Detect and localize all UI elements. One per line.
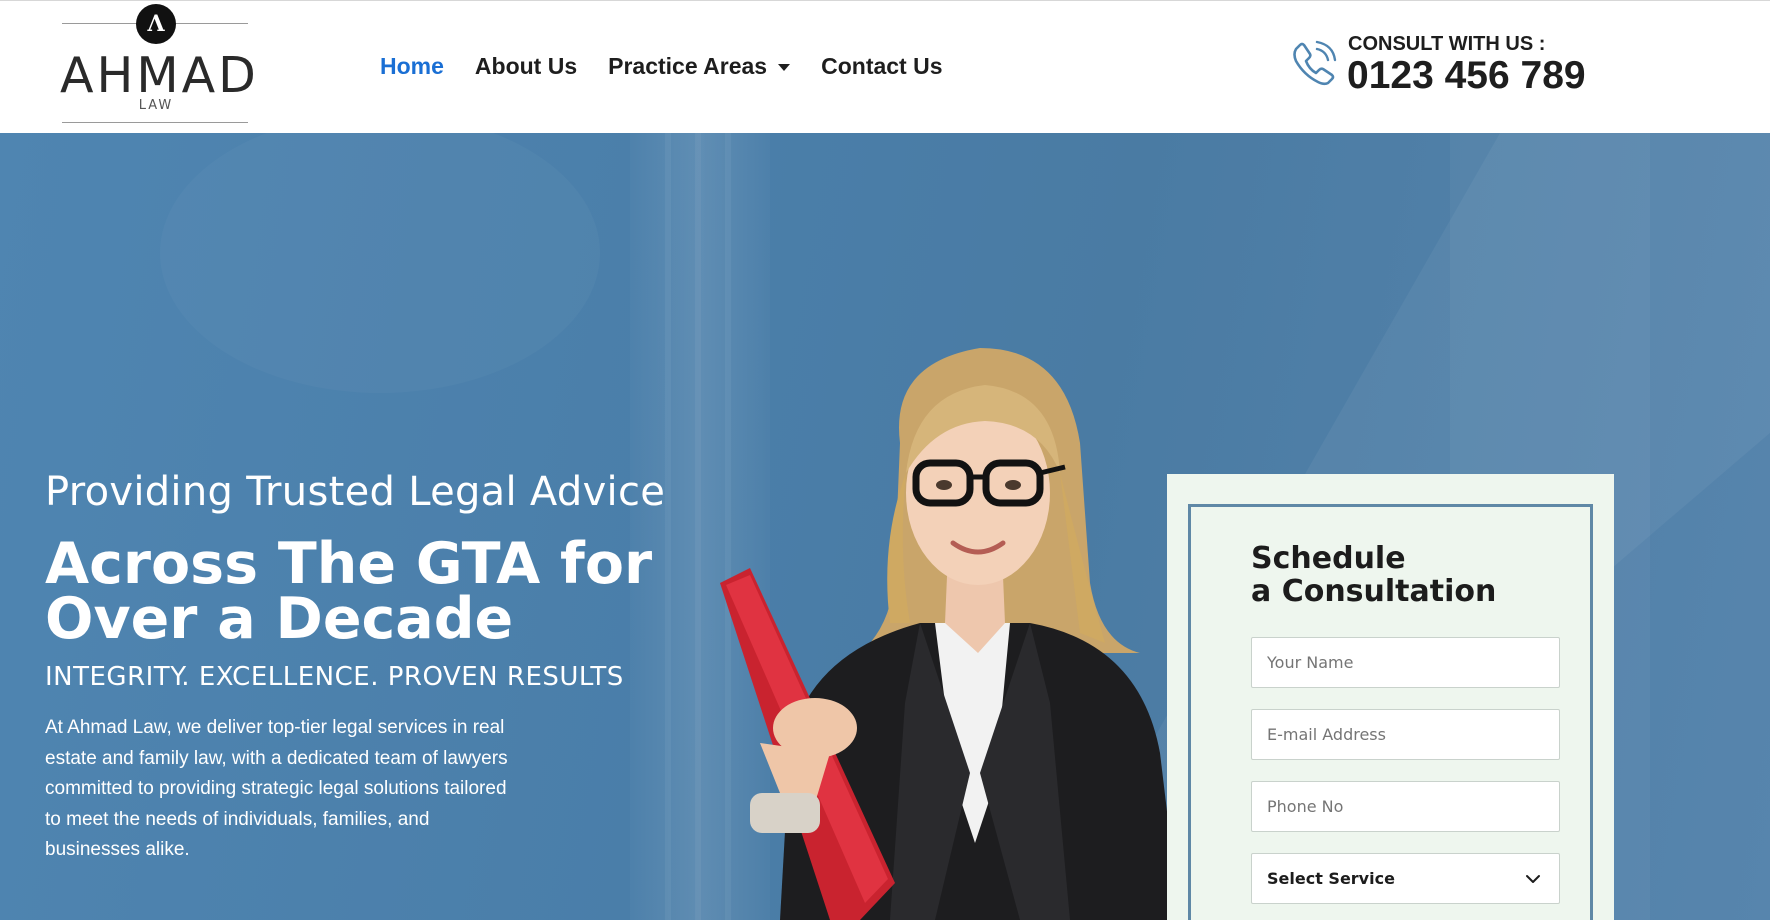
phone-icon <box>1293 40 1337 86</box>
logo[interactable]: Λ AHMAD LAW <box>60 3 259 125</box>
consult-block[interactable]: CONSULT WITH US : 0123 456 789 <box>1290 31 1586 101</box>
nav-practice-areas[interactable]: Practice Areas <box>608 53 791 80</box>
phone-field[interactable] <box>1251 781 1560 832</box>
logo-badge: Λ <box>136 4 176 44</box>
main-nav: Home About Us Practice Areas Contact Us <box>380 53 943 80</box>
service-select[interactable]: Select Service <box>1251 853 1560 904</box>
form-title: Schedule a Consultation <box>1251 542 1496 608</box>
logo-subtitle: LAW <box>138 98 174 113</box>
nav-home[interactable]: Home <box>380 53 444 80</box>
caret-down-icon <box>778 64 791 71</box>
hero-section: Providing Trusted Legal Advice Across Th… <box>0 133 1770 920</box>
chevron-down-icon <box>1526 875 1540 883</box>
hero-copy: Providing Trusted Legal Advice Across Th… <box>45 469 725 866</box>
hero-headline: Across The GTA for Over a Decade <box>45 531 653 652</box>
site-header: Λ AHMAD LAW Home About Us Practice Areas… <box>0 0 1770 133</box>
service-select-value: Select Service <box>1267 869 1395 888</box>
nav-practice-areas-label: Practice Areas <box>608 53 768 79</box>
lawyer-photo <box>720 348 1180 920</box>
consult-label: CONSULT WITH US : <box>1348 33 1546 55</box>
consultation-form: Schedule a Consultation Select Service <box>1167 474 1614 920</box>
form-title-line1: Schedule <box>1251 541 1406 576</box>
email-field[interactable] <box>1251 709 1560 760</box>
form-title-line2: a Consultation <box>1251 574 1497 609</box>
hero-tagline: Providing Trusted Legal Advice <box>45 469 666 515</box>
logo-name: AHMAD <box>60 47 259 104</box>
nav-about-us[interactable]: About Us <box>475 53 577 80</box>
name-field[interactable] <box>1251 637 1560 688</box>
consult-phone-number[interactable]: 0123 456 789 <box>1347 54 1586 98</box>
hero-values: INTEGRITY. EXCELLENCE. PROVEN RESULTS <box>45 662 624 692</box>
logo-divider <box>62 122 248 123</box>
hero-description: At Ahmad Law, we deliver top-tier legal … <box>45 717 508 860</box>
nav-contact-us[interactable]: Contact Us <box>821 53 942 80</box>
